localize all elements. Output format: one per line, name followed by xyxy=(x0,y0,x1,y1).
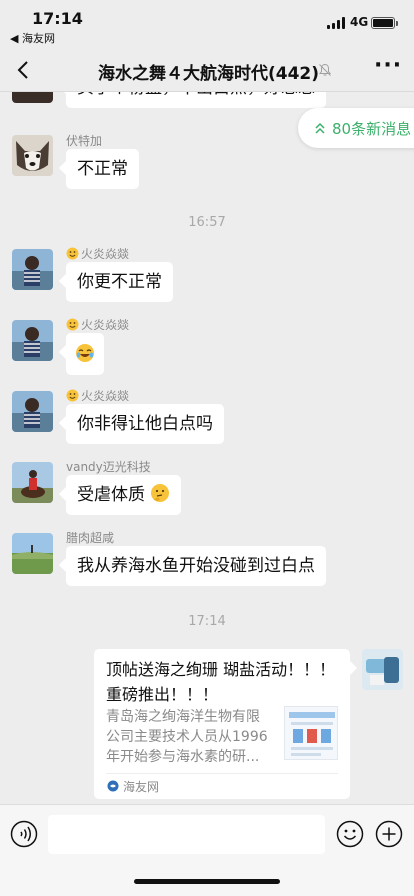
sender-name: 伏特加 xyxy=(66,134,103,148)
self-avatar[interactable] xyxy=(362,649,403,690)
new-messages-label: 80条新消息 xyxy=(332,120,412,138)
sender-name: 腊肉超咸 xyxy=(66,531,115,545)
chat-message: 火炎焱燚 xyxy=(0,316,414,376)
double-chevron-up-icon xyxy=(315,122,325,134)
smiley-icon xyxy=(66,247,79,260)
emoji-icon[interactable] xyxy=(336,820,364,848)
source-app-icon xyxy=(107,780,119,792)
chat-message-list[interactable]: 买了个粉监，不出白点，好忘忘 伏特加 不正常 16:57 火炎焱燚 xyxy=(0,92,414,804)
message-input[interactable] xyxy=(48,815,325,854)
sender-name: 火炎焱燚 xyxy=(66,245,129,262)
smiley-icon xyxy=(66,389,79,402)
back-icon[interactable] xyxy=(12,58,36,82)
battery-icon xyxy=(371,17,398,29)
voice-icon[interactable] xyxy=(10,820,38,848)
avatar[interactable] xyxy=(12,320,53,361)
avatar[interactable] xyxy=(12,462,53,503)
chat-title: 海水之舞４大航海时代(442) xyxy=(98,64,320,84)
sender-name: 火炎焱燚 xyxy=(66,387,129,404)
chat-timestamp: 17:14 xyxy=(188,614,226,629)
back-to-app-link[interactable]: ◀ 海友网 xyxy=(10,30,55,46)
chat-header: 海水之舞４大航海时代(442) ··· xyxy=(0,48,414,92)
laughing-tears-emoji xyxy=(76,344,94,362)
message-bubble[interactable]: 受虐体质 xyxy=(66,475,182,515)
sender-name: 火炎焱燚 xyxy=(66,316,129,333)
sender-name-text: 火炎焱燚 xyxy=(81,247,130,261)
avatar[interactable] xyxy=(12,249,53,290)
status-bar: 17:14 ◀ 海友网 4G xyxy=(0,0,414,48)
plus-icon[interactable] xyxy=(375,820,403,848)
message-text: 受虐体质 xyxy=(77,485,145,505)
message-bubble[interactable]: 我从养海水鱼开始没碰到过白点 xyxy=(66,546,326,586)
message-bubble[interactable]: 不正常 xyxy=(66,149,139,189)
avatar[interactable] xyxy=(12,391,53,432)
chat-message: 腊肉超咸 我从养海水鱼开始没碰到过白点 xyxy=(0,529,414,589)
link-card-title: 顶帖送海之绚珊 瑚盐活动！！！ 重磅推出！！！ xyxy=(106,660,336,704)
chat-message: 火炎焱燚 你非得让他白点吗 xyxy=(0,387,414,447)
message-bubble[interactable]: 你非得让他白点吗 xyxy=(66,404,224,444)
more-options-button[interactable]: ··· xyxy=(374,55,401,81)
status-time: 17:14 xyxy=(32,9,83,28)
message-bubble[interactable]: 买了个粉监，不出白点，好忘忘 xyxy=(66,92,326,108)
sender-name-text: 火炎焱燚 xyxy=(81,389,130,403)
network-type: 4G xyxy=(350,15,369,29)
link-card-message[interactable]: 顶帖送海之绚珊 瑚盐活动！！！ 重磅推出！！！ 青岛海之绚海洋生物有限公司主要技… xyxy=(94,649,350,799)
sender-name-text: 火炎焱燚 xyxy=(81,318,130,332)
avatar[interactable] xyxy=(12,92,53,103)
avatar[interactable] xyxy=(12,135,53,176)
link-card-divider xyxy=(106,773,338,774)
message-bubble[interactable]: 你更不正常 xyxy=(66,262,173,302)
link-card-thumbnail xyxy=(284,706,338,760)
chat-message: vandy迈光科技 受虐体质 xyxy=(0,458,414,518)
mute-bell-icon xyxy=(319,63,331,76)
chat-message: 火炎焱燚 你更不正常 xyxy=(0,245,414,305)
smiley-icon xyxy=(66,318,79,331)
new-messages-button[interactable]: 80条新消息 xyxy=(298,108,414,148)
signal-icon xyxy=(327,17,345,29)
link-card-description: 青岛海之绚海洋生物有限公司主要技术人员从1996年开始参与海水素的研... xyxy=(106,709,268,765)
message-bubble[interactable] xyxy=(66,333,104,375)
avatar[interactable] xyxy=(12,533,53,574)
link-card-source: 海友网 xyxy=(123,780,160,794)
home-indicator[interactable] xyxy=(134,879,280,884)
sender-name: vandy迈光科技 xyxy=(66,460,151,474)
thinking-emoji xyxy=(151,484,170,502)
chat-timestamp: 16:57 xyxy=(188,215,226,230)
